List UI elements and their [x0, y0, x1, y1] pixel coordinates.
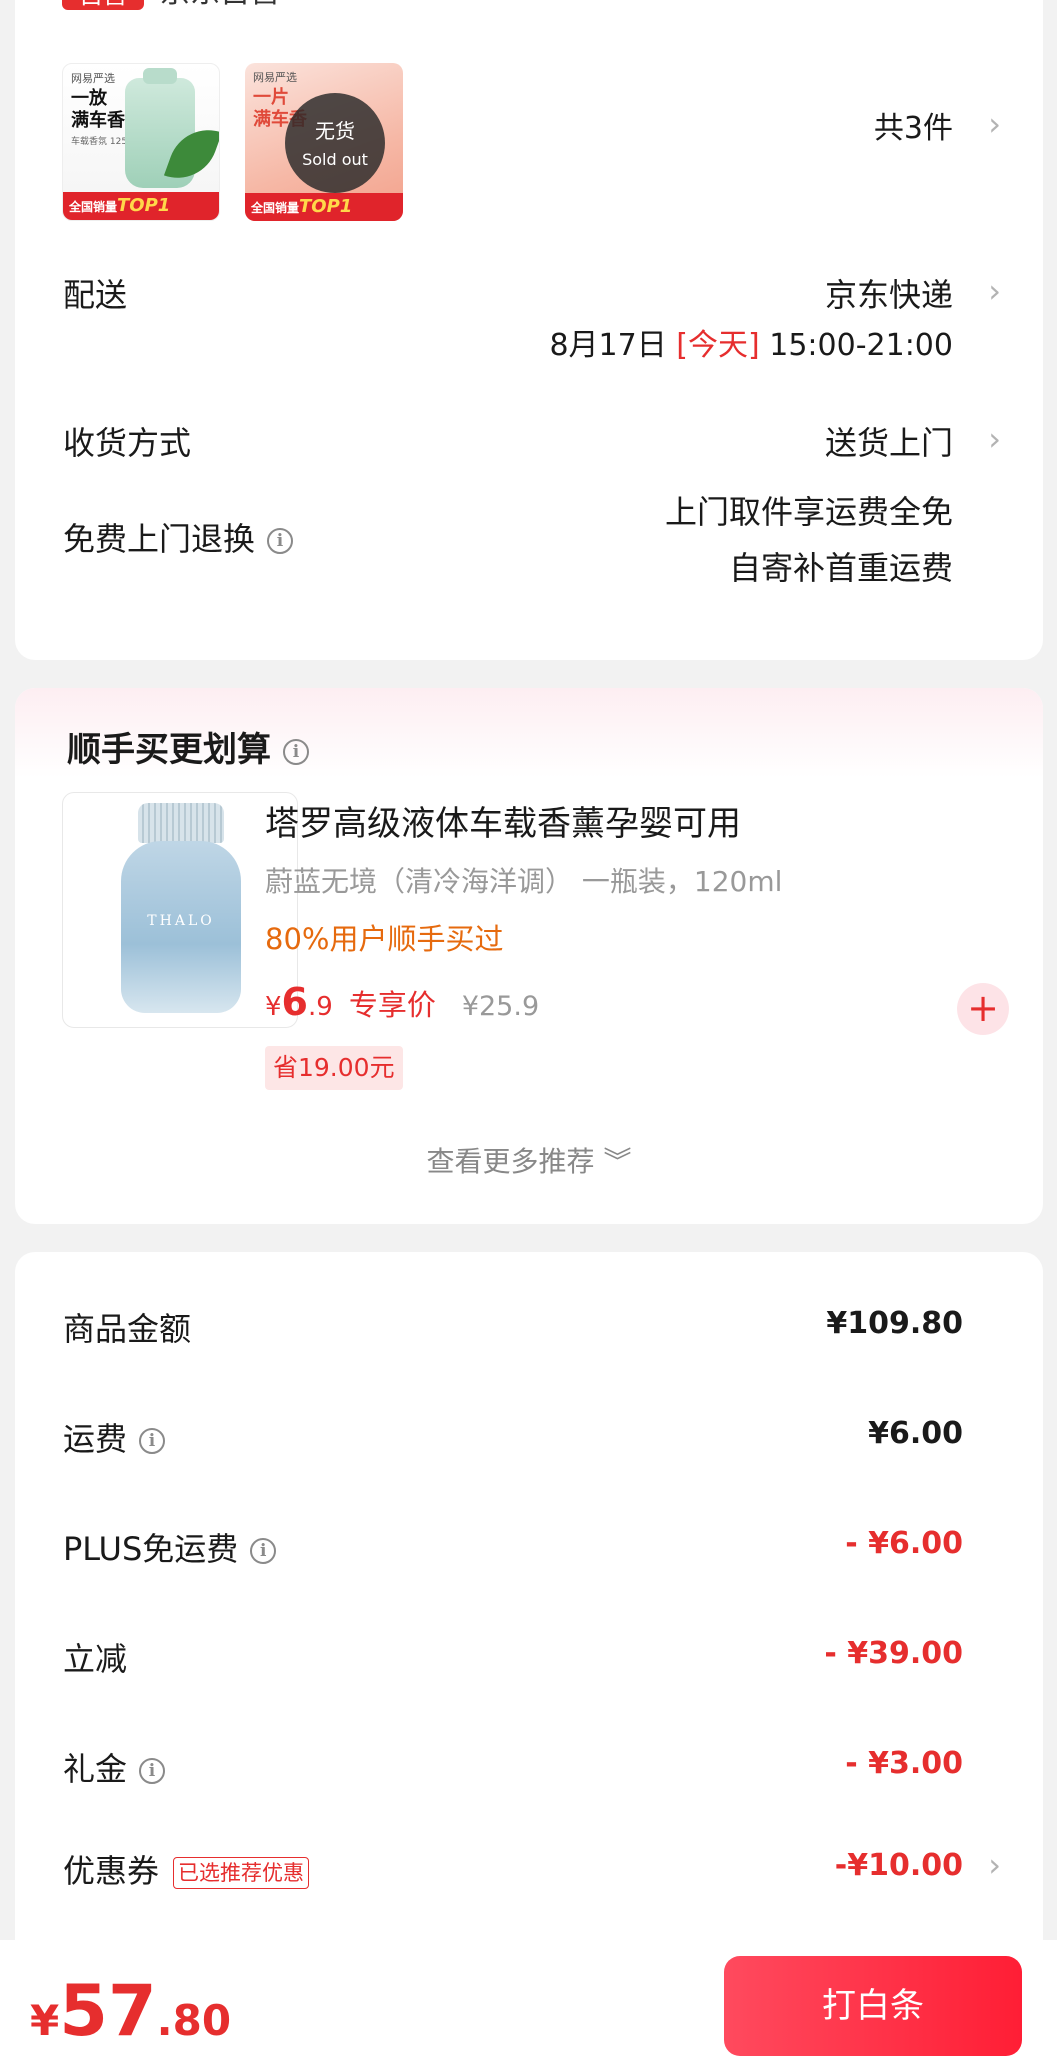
more-recommendations-link[interactable]: 查看更多推荐 ︾ [15, 1140, 1043, 1180]
free-return-label: 免费上门退换 [63, 520, 256, 558]
shipping-value: ¥6.00 [868, 1416, 963, 1451]
add-to-order-button[interactable]: + [957, 983, 1009, 1035]
total-price: ¥57.80 [30, 1970, 232, 2052]
goods-amount-label: 商品金额 [63, 1310, 192, 1348]
pay-with-baitiao-button[interactable]: 打白条 [724, 1956, 1022, 2056]
recommend-product-name[interactable]: 塔罗高级液体车载香薰孕婴可用 [265, 796, 741, 845]
delivery-time[interactable]: 8月17日 [今天] 15:00-21:00 [549, 320, 953, 364]
thumb-banner: 全国销量TOP1 [63, 192, 219, 220]
bottle-cap [138, 803, 224, 843]
thumb-brand: 网易严选 [253, 71, 297, 84]
item-count[interactable]: 共3件 [874, 103, 953, 147]
delivery-carrier[interactable]: 京东快递 [825, 270, 953, 316]
store-name: 京东自营 [160, 0, 280, 10]
item-thumbnail-2[interactable]: 网易严选 一片 满车香 全国销量TOP1 无货 Sold out [245, 63, 403, 221]
shipping-label-row: 运费 i [63, 1414, 166, 1460]
recommend-product-spec: 蔚蓝无境（清冷海洋调） 一瓶装，120ml [265, 865, 783, 898]
recommend-title: 顺手买更划算 i [67, 722, 309, 771]
free-return-row: 免费上门退换 i [63, 514, 294, 560]
item-thumbnail-1[interactable]: 网易严选 一放 满车香! 车载香氛 125ml 全国销量TOP1 [62, 63, 220, 221]
bottle-brand: THALO [147, 913, 215, 929]
recommend-bought-ratio: 80%用户顺手买过 [265, 922, 504, 956]
receive-method-label: 收货方式 [63, 424, 192, 462]
coupon-value[interactable]: -¥10.00 [835, 1848, 963, 1883]
free-return-line2: 自寄补首重运费 [728, 549, 953, 587]
chevron-right-icon[interactable]: › [988, 107, 1001, 141]
delivery-label: 配送 [63, 276, 128, 314]
receive-method-value[interactable]: 送货上门 [825, 418, 953, 464]
today-marker: [今天] [676, 328, 760, 363]
goods-amount-value: ¥109.80 [826, 1306, 963, 1341]
checkout-bar: ¥57.80 打白条 [0, 1940, 1057, 2071]
chevron-right-icon[interactable]: › [988, 422, 1001, 456]
original-price: ¥25.9 [461, 991, 540, 1022]
info-icon[interactable]: i [283, 738, 309, 765]
instant-discount-label: 立减 [63, 1640, 128, 1678]
order-items-card: 自营 京东自营 网易严选 一放 满车香! 车载香氛 125ml 全国销量TOP1… [15, 0, 1043, 660]
save-amount-badge: 省19.00元 [265, 1046, 403, 1090]
recommend-card: 顺手买更划算 i THALO 塔罗高级液体车载香薰孕婴可用 蔚蓝无境（清冷海洋调）… [15, 688, 1043, 1224]
thumb-banner: 全国销量TOP1 [245, 193, 403, 221]
recommend-price: ¥6.9 专享价 ¥25.9 [265, 980, 540, 1024]
thumb-brand: 网易严选 [71, 72, 115, 85]
coupon-row[interactable]: 优惠券 已选推荐优惠 [63, 1846, 310, 1892]
chevron-right-icon[interactable]: › [988, 274, 1001, 308]
recommend-product-image[interactable]: THALO [62, 792, 298, 1028]
plus-free-shipping-value: - ¥6.00 [845, 1526, 963, 1561]
chevron-right-icon[interactable]: › [988, 1848, 1001, 1882]
info-icon[interactable]: i [139, 1758, 166, 1784]
coupon-recommended-badge: 已选推荐优惠 [173, 1857, 310, 1889]
thumb-headline: 一放 满车香! [71, 88, 134, 131]
sold-out-overlay: 无货 Sold out [285, 93, 385, 193]
store-self-operated-badge: 自营 [62, 0, 144, 10]
info-icon[interactable]: i [267, 528, 294, 554]
info-icon[interactable]: i [139, 1428, 166, 1454]
free-return-line1: 上门取件享运费全免 [664, 493, 953, 531]
gift-money-row: 礼金 i [63, 1744, 166, 1790]
info-icon[interactable]: i [250, 1538, 277, 1564]
plus-free-shipping-row: PLUS免运费 i [63, 1524, 277, 1570]
gift-money-value: - ¥3.00 [845, 1746, 963, 1781]
instant-discount-value: - ¥39.00 [824, 1636, 963, 1671]
exclusive-price-tag: 专享价 [348, 988, 436, 1022]
